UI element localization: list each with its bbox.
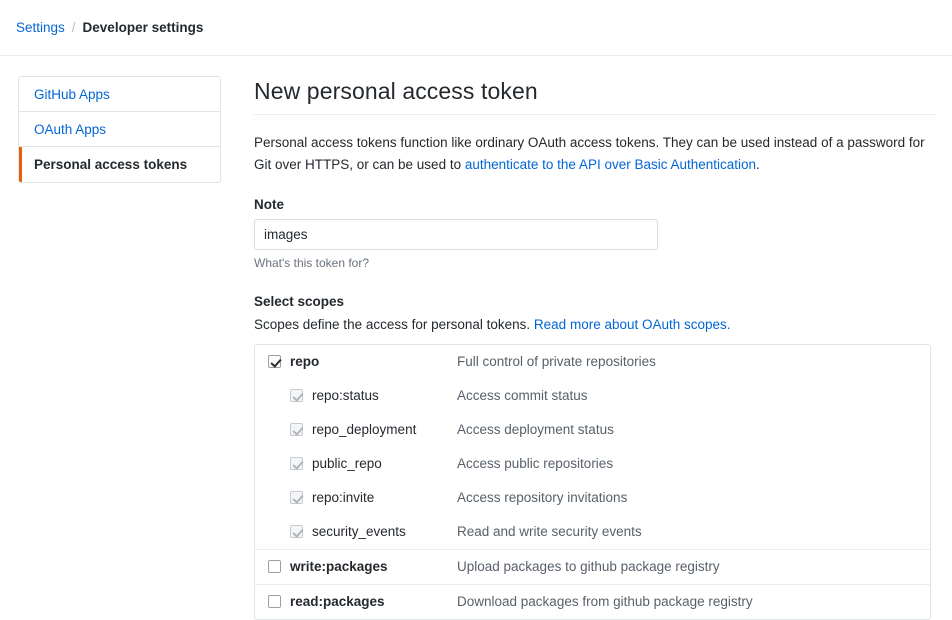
select-scopes-section: Select scopes Scopes define the access f… (254, 294, 935, 620)
breadcrumb-separator: / (71, 20, 76, 35)
sidebar-item-label: OAuth Apps (34, 121, 107, 137)
intro-paragraph: Personal access tokens function like ord… (254, 132, 935, 176)
scopes-table: repo Full control of private repositorie… (254, 343, 931, 620)
scope-description: Access commit status (457, 388, 588, 404)
scope-name: repo:status (312, 388, 379, 404)
scope-name: repo (290, 354, 320, 370)
scope-row-read-packages[interactable]: read:packages Download packages from git… (255, 585, 930, 619)
scope-row-repo-deployment: repo_deployment Access deployment status (255, 413, 930, 447)
checkbox-repo[interactable] (268, 355, 281, 369)
scope-group-write-packages: write:packages Upload packages to github… (255, 550, 930, 585)
scope-description: Access public repositories (457, 456, 614, 472)
checkbox-public-repo (290, 457, 303, 471)
note-label: Note (254, 196, 284, 212)
scope-description: Upload packages to github package regist… (457, 559, 720, 575)
breadcrumb: Settings / Developer settings (16, 20, 203, 35)
page-title: New personal access token (254, 78, 538, 104)
sidebar-item-label: Personal access tokens (34, 157, 188, 172)
scope-row-repo-invite: repo:invite Access repository invitation… (255, 481, 930, 515)
oauth-scopes-link[interactable]: Read more about OAuth scopes. (534, 317, 731, 332)
intro-text-after: . (756, 156, 760, 172)
select-scopes-title: Select scopes (254, 293, 345, 309)
checkbox-repo-invite (290, 491, 303, 505)
select-scopes-description: Scopes define the access for personal to… (254, 317, 935, 332)
checkbox-repo-deployment (290, 423, 303, 437)
authenticate-api-link[interactable]: authenticate to the API over Basic Authe… (465, 157, 756, 172)
scope-name: read:packages (290, 594, 385, 610)
scope-row-write-packages[interactable]: write:packages Upload packages to github… (255, 550, 930, 584)
sidebar-item-oauth-apps[interactable]: OAuth Apps (19, 112, 220, 147)
checkbox-read-packages[interactable] (268, 595, 281, 609)
settings-sidebar: GitHub Apps OAuth Apps Personal access t… (18, 76, 221, 183)
breadcrumb-current-developer-settings: Developer settings (82, 20, 204, 35)
note-field-group: Note What's this token for? (254, 197, 935, 270)
scope-description: Access repository invitations (457, 490, 628, 506)
checkbox-repo-status (290, 389, 303, 403)
main-content: New personal access token Personal acces… (254, 76, 935, 620)
scope-description: Read and write security events (457, 524, 642, 540)
scope-row-security-events: security_events Read and write security … (255, 515, 930, 549)
scopes-desc-text: Scopes define the access for personal to… (254, 316, 534, 332)
title-divider (254, 114, 935, 115)
scope-group-read-packages: read:packages Download packages from git… (255, 585, 930, 619)
scope-name: repo_deployment (312, 422, 417, 438)
breadcrumb-link-settings[interactable]: Settings (16, 20, 65, 35)
note-input[interactable] (254, 218, 658, 250)
sidebar-item-github-apps[interactable]: GitHub Apps (19, 77, 220, 112)
scope-description: Full control of private repositories (457, 354, 656, 370)
scope-description: Access deployment status (457, 422, 614, 438)
checkbox-write-packages[interactable] (268, 560, 281, 574)
page-layout: GitHub Apps OAuth Apps Personal access t… (0, 56, 952, 620)
scope-name: public_repo (312, 456, 382, 472)
sidebar-item-label: GitHub Apps (34, 86, 110, 102)
checkbox-security-events (290, 525, 303, 539)
sidebar-item-personal-access-tokens[interactable]: Personal access tokens (19, 147, 220, 182)
scope-row-public-repo: public_repo Access public repositories (255, 447, 930, 481)
scope-name: write:packages (290, 559, 388, 575)
scope-row-repo-status: repo:status Access commit status (255, 379, 930, 413)
page-header: Settings / Developer settings (0, 0, 952, 56)
scope-description: Download packages from github package re… (457, 594, 753, 610)
scope-name: security_events (312, 524, 406, 540)
note-help-text: What's this token for? (254, 255, 370, 270)
scope-row-repo[interactable]: repo Full control of private repositorie… (255, 345, 930, 379)
scope-name: repo:invite (312, 490, 375, 506)
scope-group-repo: repo Full control of private repositorie… (255, 345, 930, 550)
